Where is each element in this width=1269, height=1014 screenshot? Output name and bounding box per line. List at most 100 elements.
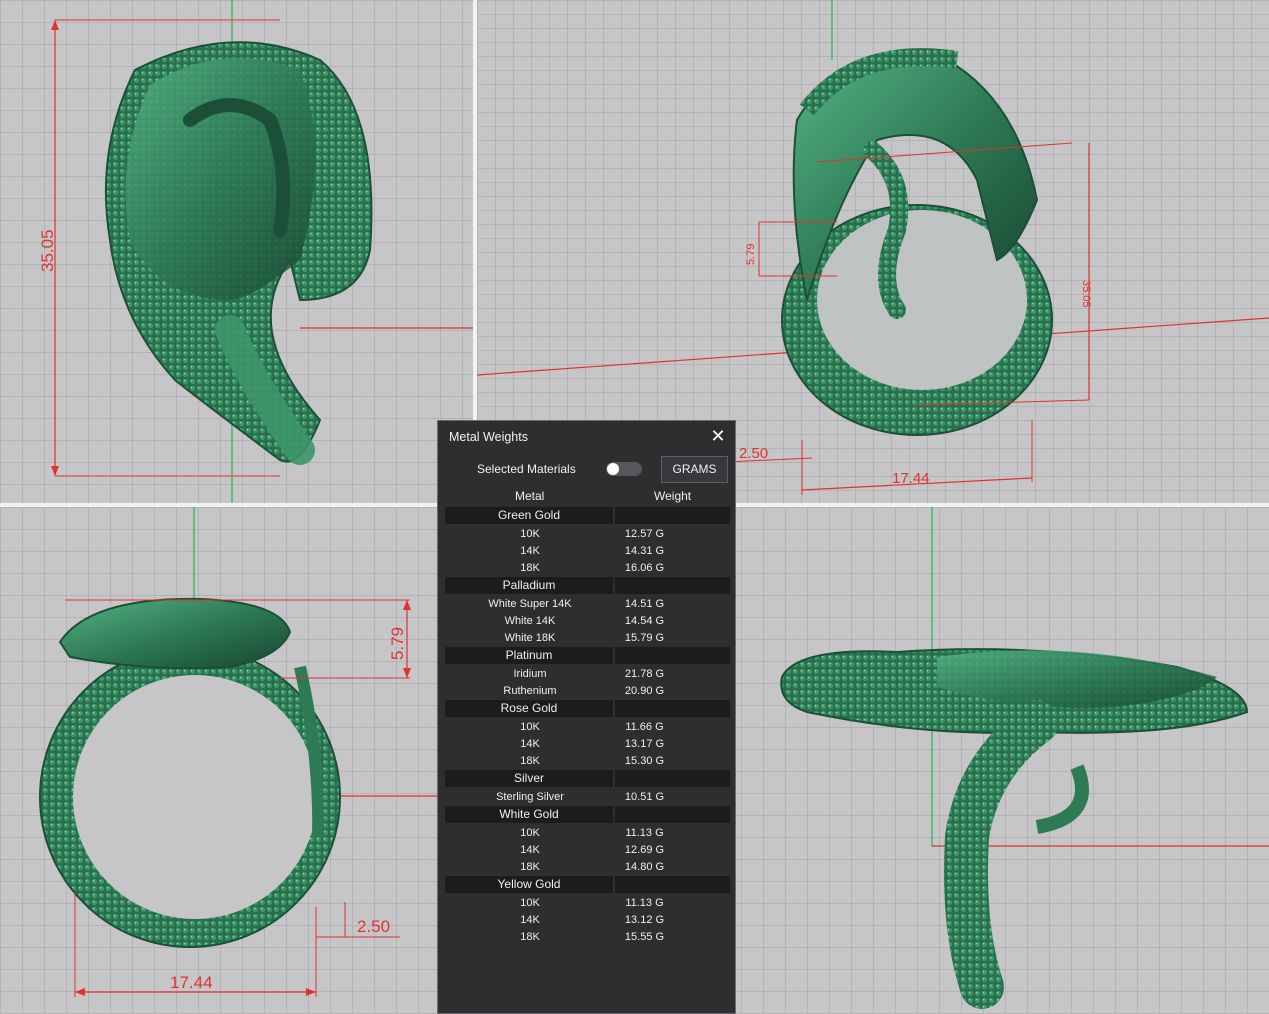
alloy-label: White 18K	[504, 632, 556, 644]
alloy-label: 14K	[520, 545, 540, 557]
alloy-label: 14K	[520, 738, 540, 750]
weight-row: White Super 14K 14.51 G	[445, 596, 730, 613]
weight-row: 18K 15.30 G	[445, 753, 730, 770]
alloy-label: 10K	[520, 528, 540, 540]
alloy-weight: 15.79 G	[624, 632, 665, 644]
alloy-label: Iridium	[513, 668, 547, 680]
metal-category-row: Silver	[445, 770, 730, 787]
weight-row: 10K 11.66 G	[445, 719, 730, 736]
column-header-metal: Metal	[515, 489, 545, 503]
metal-group: White Gold 10K 11.13 G 14K 12.69 G 18K 14.80 G	[445, 806, 730, 876]
metal-category-row: Palladium	[445, 577, 730, 594]
metal-category-row: Rose Gold	[445, 700, 730, 717]
metal-category-weight-cell	[615, 876, 730, 893]
alloy-label: 18K	[520, 755, 540, 767]
metal-category-label: Yellow Gold	[445, 876, 613, 893]
dim-width-label: 17.44	[892, 470, 930, 487]
alloy-label: 10K	[520, 827, 540, 839]
top-left-model: 35.05	[38, 0, 473, 503]
alloy-weight: 15.30 G	[624, 755, 665, 767]
alloy-weight: 20.90 G	[624, 685, 665, 697]
alloy-weight: 12.69 G	[624, 844, 665, 856]
units-button[interactable]: GRAMS	[661, 456, 728, 483]
metal-category-weight-cell	[615, 647, 730, 664]
alloy-label: 14K	[520, 844, 540, 856]
metal-weights-panel: Metal Weights ✕ Selected Materials GRAMS…	[437, 420, 736, 1014]
alloy-weight: 13.12 G	[624, 914, 665, 926]
metal-category-weight-cell	[615, 700, 730, 717]
alloy-label: Ruthenium	[503, 685, 557, 697]
weight-row: 14K 14.31 G	[445, 543, 730, 560]
viewport-bottom-left[interactable]: 5.79 2.50 17.44	[0, 507, 473, 1014]
metal-category-label: Green Gold	[445, 507, 613, 524]
dim-height-label: 35.05	[38, 229, 57, 272]
metal-category-row: Platinum	[445, 647, 730, 664]
alloy-weight: 14.80 G	[624, 861, 665, 873]
selected-materials-label: Selected Materials	[477, 462, 576, 476]
weight-row: 14K 13.12 G	[445, 912, 730, 929]
weight-row: 10K 11.13 G	[445, 825, 730, 842]
weight-row: Iridium 21.78 G	[445, 666, 730, 683]
panel-title: Metal Weights	[449, 430, 528, 444]
metal-category-label: Rose Gold	[445, 700, 613, 717]
metal-category-row: Green Gold	[445, 507, 730, 524]
metal-category-label: Palladium	[445, 577, 613, 594]
column-header-weight: Weight	[654, 489, 692, 503]
weights-table: Green Gold 10K 12.57 G 14K 14.31 G 18K 16.06 G…	[445, 507, 730, 946]
alloy-weight: 11.66 G	[625, 721, 664, 733]
weight-row: 18K 15.55 G	[445, 929, 730, 946]
weight-row: Ruthenium 20.90 G	[445, 683, 730, 700]
alloy-label: 10K	[520, 897, 540, 909]
alloy-weight: 14.54 G	[624, 615, 665, 627]
metal-category-label: Silver	[445, 770, 613, 787]
metal-group: Palladium White Super 14K 14.51 G White 14K…	[445, 577, 730, 647]
weight-row: 14K 12.69 G	[445, 842, 730, 859]
metal-category-weight-cell	[615, 507, 730, 524]
metal-category-row: Yellow Gold	[445, 876, 730, 893]
dim-top-label-bl: 5.79	[388, 627, 407, 660]
alloy-weight: 21.78 G	[624, 668, 665, 680]
alloy-label: 18K	[520, 931, 540, 943]
metal-category-weight-cell	[615, 770, 730, 787]
metal-group: Platinum Iridium 21.78 G Ruthenium 20.90 G	[445, 647, 730, 700]
alloy-weight: 11.13 G	[625, 827, 664, 839]
dim-height-label-tr: 35.05	[1080, 280, 1092, 308]
weight-row: 14K 13.17 G	[445, 736, 730, 753]
metal-group: Rose Gold 10K 11.66 G 14K 13.17 G 18K 15.30 G	[445, 700, 730, 770]
weight-row: White 14K 14.54 G	[445, 613, 730, 630]
dim-band-label-bl: 2.50	[357, 917, 390, 936]
alloy-label: White Super 14K	[488, 598, 572, 610]
alloy-label: 14K	[520, 914, 540, 926]
alloy-weight: 12.57 G	[624, 528, 665, 540]
alloy-weight: 13.17 G	[624, 738, 665, 750]
weight-row: 10K 11.13 G	[445, 895, 730, 912]
alloy-weight: 10.51 G	[624, 791, 665, 803]
selected-materials-toggle[interactable]	[606, 462, 642, 476]
viewport-top-left[interactable]: 35.05	[0, 0, 473, 503]
metal-category-weight-cell	[615, 577, 730, 594]
metal-group: Green Gold 10K 12.57 G 14K 14.31 G 18K 16.06 G	[445, 507, 730, 577]
alloy-weight: 15.55 G	[624, 931, 665, 943]
alloy-weight: 11.13 G	[625, 897, 664, 909]
weight-row: 18K 14.80 G	[445, 859, 730, 876]
metal-group: Silver Sterling Silver 10.51 G	[445, 770, 730, 806]
dim-band-label: 2.50	[739, 445, 768, 462]
close-icon[interactable]: ✕	[709, 427, 727, 445]
weight-row: White 18K 15.79 G	[445, 630, 730, 647]
dim-width-label-bl: 17.44	[170, 973, 213, 992]
alloy-label: 18K	[520, 562, 540, 574]
bottom-left-model: 5.79 2.50 17.44	[39, 507, 473, 997]
metal-category-label: Platinum	[445, 647, 613, 664]
alloy-weight: 14.31 G	[624, 545, 665, 557]
alloy-label: 18K	[520, 861, 540, 873]
dim-top-label: 5.79	[745, 244, 757, 265]
weight-row: Sterling Silver 10.51 G	[445, 789, 730, 806]
toggle-knob	[607, 463, 619, 475]
metal-category-weight-cell	[615, 806, 730, 823]
alloy-weight: 16.06 G	[624, 562, 665, 574]
metal-category-row: White Gold	[445, 806, 730, 823]
metal-category-label: White Gold	[445, 806, 613, 823]
weight-row: 18K 16.06 G	[445, 560, 730, 577]
alloy-label: Sterling Silver	[496, 791, 564, 803]
alloy-label: White 14K	[504, 615, 556, 627]
